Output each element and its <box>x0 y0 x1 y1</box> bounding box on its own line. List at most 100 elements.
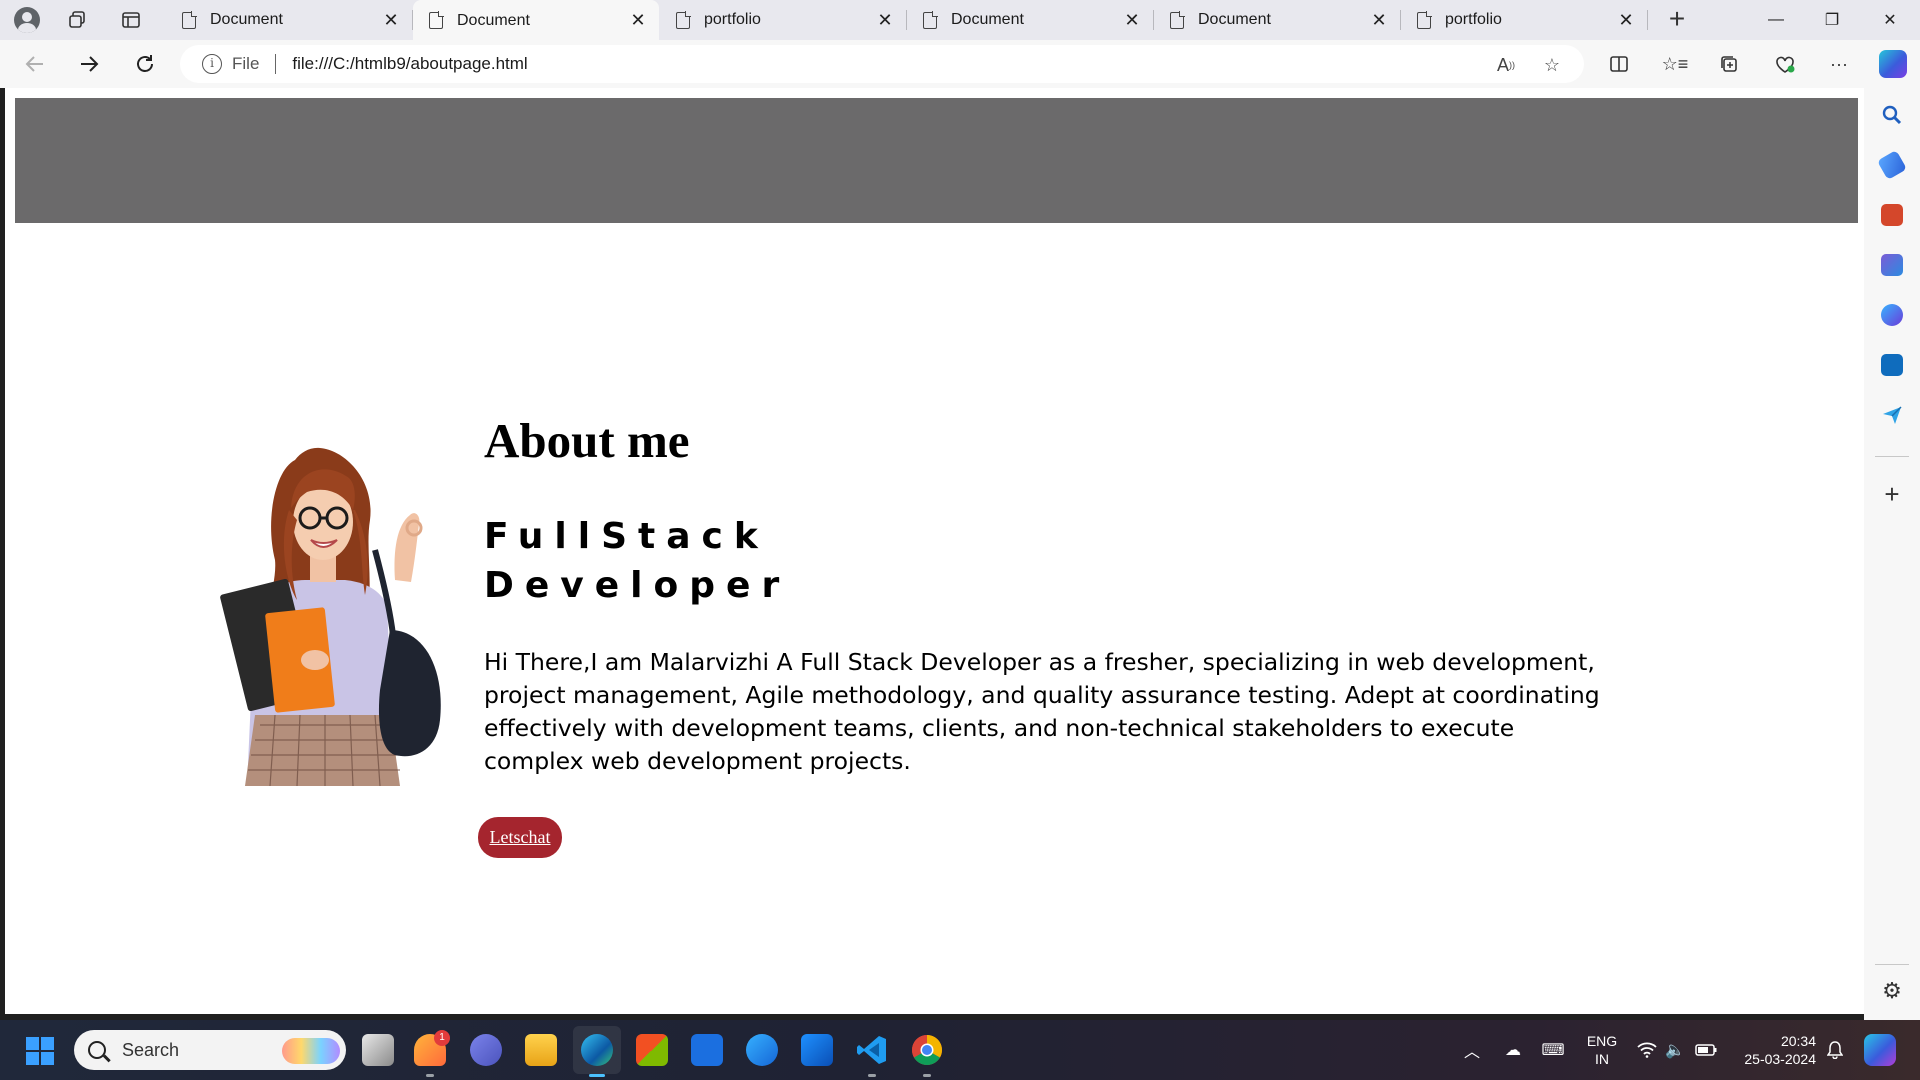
close-tab-icon[interactable]: ✕ <box>1123 10 1141 31</box>
close-tab-icon[interactable]: ✕ <box>629 10 647 31</box>
browser-toolbar: i File file:///C:/htmlb9/aboutpage.html … <box>0 40 1920 88</box>
role-line: FullStack <box>484 516 769 557</box>
settings-icon[interactable]: ⚙ <box>1880 978 1904 1004</box>
read-aloud-icon[interactable]: A)) <box>1493 54 1519 76</box>
clock-time: 20:34 <box>1780 1033 1816 1049</box>
bio-paragraph: Hi There,I am Malarvizhi A Full Stack De… <box>484 648 1600 775</box>
restore-button[interactable]: ❐ <box>1804 0 1860 40</box>
volume-icon[interactable]: 🔈 <box>1664 1038 1686 1062</box>
chrome-icon[interactable] <box>911 1034 943 1077</box>
close-tab-icon[interactable]: ✕ <box>382 10 400 31</box>
region-code: IN <box>1595 1051 1609 1067</box>
forward-arrow-icon <box>81 56 99 72</box>
search-icon <box>88 1041 106 1059</box>
tab-title: Document <box>210 11 283 28</box>
search-icon[interactable] <box>1881 104 1903 126</box>
tab-title: portfolio <box>1445 11 1502 28</box>
browser-essentials-icon[interactable] <box>1770 50 1800 78</box>
file-explorer-icon[interactable] <box>525 1034 557 1066</box>
document-icon <box>923 10 938 29</box>
site-info-icon[interactable]: i <box>202 54 222 74</box>
tools-icon[interactable] <box>1881 204 1903 226</box>
language-indicator[interactable]: ENG IN <box>1586 1032 1618 1068</box>
url-text[interactable]: file:///C:/htmlb9/aboutpage.html <box>292 54 527 74</box>
documents-app-icon[interactable] <box>801 1034 833 1066</box>
browser-tab[interactable]: portfolio ✕ <box>1401 0 1648 40</box>
wifi-icon[interactable] <box>1636 1038 1658 1062</box>
onedrive-cloud-icon[interactable]: ☁ <box>1500 1038 1526 1062</box>
games-icon[interactable] <box>1881 254 1903 276</box>
split-screen-icon[interactable] <box>1604 50 1634 78</box>
edge-sidebar: + ⚙ <box>1864 88 1920 1020</box>
clock-date: 25-03-2024 <box>1744 1051 1816 1067</box>
page-viewport: About me FullStack Developer Hi There,I … <box>5 88 1864 1014</box>
tab-strip: Document ✕ Document ✕ portfolio ✕ Docume… <box>0 0 1920 41</box>
notification-bell-icon[interactable] <box>1824 1038 1846 1062</box>
system-clock[interactable]: 20:34 25-03-2024 <box>1734 1032 1816 1068</box>
browser-tab[interactable]: Document ✕ <box>166 0 413 40</box>
close-tab-icon[interactable]: ✕ <box>876 10 894 31</box>
browser-tab[interactable]: portfolio ✕ <box>660 0 907 40</box>
document-icon <box>676 10 691 29</box>
get-help-icon[interactable] <box>746 1034 778 1066</box>
refresh-icon <box>137 55 153 72</box>
letschat-button[interactable]: Letschat <box>478 817 562 858</box>
shopping-tag-icon[interactable] <box>1876 149 1908 181</box>
favorite-star-icon[interactable]: ☆ <box>1539 54 1565 76</box>
header-banner <box>15 98 1858 223</box>
role-line: Developer <box>484 565 791 606</box>
search-highlight-image <box>282 1038 340 1064</box>
collections-icon[interactable] <box>1714 50 1744 78</box>
close-window-button[interactable]: ✕ <box>1862 0 1918 40</box>
document-icon <box>429 11 444 29</box>
mhp-app-icon[interactable] <box>691 1034 723 1066</box>
document-icon <box>1170 10 1185 29</box>
role-heading: FullStack Developer <box>484 512 864 610</box>
favorites-icon[interactable]: ☆≡ <box>1660 50 1690 78</box>
tab-actions-icon[interactable] <box>118 8 144 32</box>
keyboard-icon[interactable]: ⌨ <box>1540 1038 1566 1062</box>
browser-tab[interactable]: Document ✕ <box>1154 0 1401 40</box>
copilot-taskbar-icon[interactable] <box>1864 1034 1896 1066</box>
page-title: About me <box>484 413 690 468</box>
add-icon[interactable]: + <box>1880 481 1904 507</box>
notification-badge: 1 <box>434 1030 450 1046</box>
teams-chat-icon[interactable] <box>470 1034 502 1066</box>
back-arrow-icon <box>25 56 43 72</box>
vscode-icon[interactable] <box>856 1034 888 1077</box>
close-tab-icon[interactable]: ✕ <box>1370 10 1388 31</box>
outlook-icon[interactable] <box>1881 354 1903 376</box>
back-button[interactable] <box>20 50 50 78</box>
browser-tab-active[interactable]: Document ✕ <box>413 0 659 41</box>
windows-start-icon[interactable] <box>26 1037 54 1065</box>
copilot-m365-icon[interactable] <box>1881 304 1903 326</box>
language-code: ENG <box>1586 1033 1618 1049</box>
profile-button[interactable] <box>10 7 44 33</box>
send-icon[interactable] <box>1881 404 1903 426</box>
tab-title: Document <box>1198 11 1271 28</box>
minimize-button[interactable]: — <box>1748 0 1804 40</box>
refresh-button[interactable] <box>130 50 160 78</box>
battery-icon[interactable] <box>1694 1038 1718 1062</box>
tab-title: Document <box>457 11 530 29</box>
microsoft-store-icon[interactable] <box>636 1034 668 1066</box>
close-tab-icon[interactable]: ✕ <box>1617 10 1635 31</box>
show-hidden-icons-chevron-icon[interactable]: ︿ <box>1462 1038 1482 1062</box>
settings-more-icon[interactable]: ··· <box>1824 50 1854 78</box>
edge-browser-icon[interactable] <box>581 1034 613 1077</box>
new-tab-button[interactable]: + <box>1663 5 1691 34</box>
forward-button[interactable] <box>74 50 104 78</box>
copilot-icon[interactable] <box>1879 50 1907 78</box>
task-view-icon[interactable] <box>362 1034 394 1066</box>
profile-avatar-icon <box>14 7 40 33</box>
profile-photo <box>220 447 441 786</box>
document-icon <box>182 10 197 29</box>
tab-title: portfolio <box>704 11 761 28</box>
browser-tab[interactable]: Document ✕ <box>907 0 1154 40</box>
workspaces-icon[interactable] <box>64 8 90 32</box>
scheme-label: File <box>232 54 260 73</box>
address-bar[interactable]: i File file:///C:/htmlb9/aboutpage.html … <box>180 45 1584 83</box>
document-icon <box>1417 10 1432 29</box>
taskbar-search[interactable]: Search <box>74 1030 346 1070</box>
search-placeholder: Search <box>122 1039 180 1060</box>
